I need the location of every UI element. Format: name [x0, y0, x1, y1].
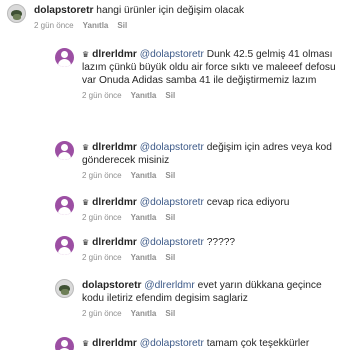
delete-button[interactable]: Sil: [165, 309, 175, 318]
store-avatar[interactable]: [55, 279, 74, 298]
comment-time: 2 gün önce: [82, 171, 122, 180]
crown-icon: ♛: [82, 339, 90, 348]
crown-icon: ♛: [82, 143, 90, 152]
comment-mention[interactable]: @dolapstoretr: [140, 237, 204, 248]
comment-item: ♛ dlrerldmr @dolapstoretr cevap rica ediy…: [55, 196, 345, 222]
comment-item: ♛ dlrerldmr @dolapstoretr ????? 2 gün önc…: [55, 236, 345, 262]
store-avatar[interactable]: [7, 4, 26, 23]
reply-button[interactable]: Yanıtla: [131, 309, 157, 318]
comment-time: 2 gün önce: [82, 309, 122, 318]
comment-time: 2 gün önce: [82, 213, 122, 222]
comment-meta: 2 gün önce Yanıtla Sil: [82, 171, 340, 180]
comment-mention[interactable]: @dolapstoretr: [140, 49, 204, 60]
comment-text-line: ♛ dlrerldmr @dolapstoretr cevap rica ediy…: [82, 196, 340, 209]
comment-text-line: ♛ dlrerldmr @dolapstoretr tamam çok teşek…: [82, 337, 350, 350]
reply-button[interactable]: Yanıtla: [131, 171, 157, 180]
reply-button[interactable]: Yanıtla: [83, 21, 109, 30]
comment-meta: 2 gün önce Yanıtla Sil: [82, 309, 344, 318]
comment-username[interactable]: dlrerldmr: [92, 142, 137, 153]
comment-text-line: ♛ dlrerldmr @dolapstoretr ?????: [82, 236, 340, 249]
comment-meta: 2 gün önce Yanıtla Sil: [82, 253, 340, 262]
comment-text-line: dolapstoretr @dlrerldmr evet yarın dükka…: [82, 279, 344, 305]
reply-button[interactable]: Yanıtla: [131, 213, 157, 222]
comment-mention[interactable]: @dolapstoretr: [140, 338, 204, 349]
comment-time: 2 gün önce: [82, 91, 122, 100]
comment-text: ?????: [206, 237, 236, 248]
comment-meta: 2 gün önce Yanıtla Sil: [34, 21, 334, 30]
comment-username[interactable]: dlrerldmr: [92, 49, 137, 60]
comment-username[interactable]: dlrerldmr: [92, 338, 137, 349]
delete-button[interactable]: Sil: [165, 91, 175, 100]
user-avatar[interactable]: [55, 48, 74, 67]
comment-mention[interactable]: @dlrerldmr: [144, 280, 195, 291]
user-avatar[interactable]: [55, 196, 74, 215]
crown-icon: ♛: [82, 238, 90, 247]
comment-text: hangi ürünler için değişim olacak: [96, 5, 245, 16]
comment-item: ♛ dlrerldmr @dolapstoretr değişim için ad…: [55, 141, 345, 180]
reply-button[interactable]: Yanıtla: [131, 253, 157, 262]
comment-text: cevap rica ediyoru: [206, 197, 290, 208]
comment-time: 2 gün önce: [34, 21, 74, 30]
crown-icon: ♛: [82, 50, 90, 59]
comment-item: ♛ dlrerldmr @dolapstoretr tamam çok teşek…: [55, 337, 350, 350]
crown-icon: ♛: [82, 198, 90, 207]
comment-mention[interactable]: @dolapstoretr: [140, 197, 204, 208]
comment-meta: 2 gün önce Yanıtla Sil: [82, 91, 340, 100]
comment-text: tamam çok teşekkürler: [206, 338, 310, 349]
comment-username[interactable]: dolapstoretr: [34, 5, 93, 16]
delete-button[interactable]: Sil: [165, 213, 175, 222]
comment-text-line: dolapstoretr hangi ürünler için değişim …: [34, 4, 334, 17]
comment-item: dolapstoretr hangi ürünler için değişim …: [7, 4, 345, 30]
comment-username[interactable]: dlrerldmr: [92, 237, 137, 248]
comment-mention[interactable]: @dolapstoretr: [140, 142, 204, 153]
user-avatar[interactable]: [55, 141, 74, 160]
comment-text-line: ♛ dlrerldmr @dolapstoretr değişim için ad…: [82, 141, 340, 167]
delete-button[interactable]: Sil: [165, 253, 175, 262]
comment-time: 2 gün önce: [82, 253, 122, 262]
comment-text-line: ♛ dlrerldmr @dolapstoretr Dunk 42.5 gelmi…: [82, 48, 340, 87]
comment-item: ♛ dlrerldmr @dolapstoretr Dunk 42.5 gelmi…: [55, 48, 345, 100]
reply-button[interactable]: Yanıtla: [131, 91, 157, 100]
comment-item: dolapstoretr @dlrerldmr evet yarın dükka…: [55, 279, 345, 318]
comment-username[interactable]: dlrerldmr: [92, 197, 137, 208]
delete-button[interactable]: Sil: [165, 171, 175, 180]
delete-button[interactable]: Sil: [117, 21, 127, 30]
comment-username[interactable]: dolapstoretr: [82, 280, 141, 291]
comment-meta: 2 gün önce Yanıtla Sil: [82, 213, 340, 222]
user-avatar[interactable]: [55, 337, 74, 350]
user-avatar[interactable]: [55, 236, 74, 255]
